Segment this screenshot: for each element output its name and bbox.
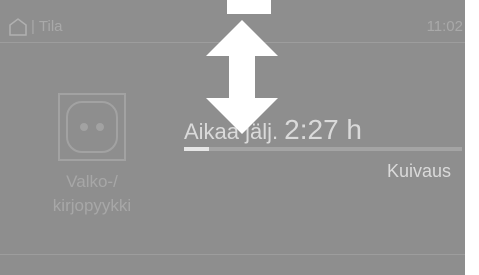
remaining-time-value: 2:27 h xyxy=(284,114,363,145)
progress-fill xyxy=(184,147,210,151)
program-phase: Kuivaus xyxy=(386,161,451,181)
vertical-double-arrow-icon xyxy=(206,20,278,134)
swipe-handle[interactable] xyxy=(227,0,271,14)
cotton-program-icon xyxy=(58,93,126,161)
bottom-bar xyxy=(0,254,465,275)
breadcrumb: | Tila xyxy=(31,17,63,37)
program-name: Valko-/ kirjopyykki xyxy=(36,170,148,218)
breadcrumb-label: Tila xyxy=(38,18,63,35)
program-name-line1: Valko-/ xyxy=(66,172,118,191)
breadcrumb-separator: | xyxy=(31,18,35,35)
home-icon[interactable] xyxy=(8,17,28,37)
clock: 11:02 xyxy=(426,18,463,35)
progress-bar xyxy=(184,147,462,151)
program-name-line2: kirjopyykki xyxy=(52,196,132,215)
